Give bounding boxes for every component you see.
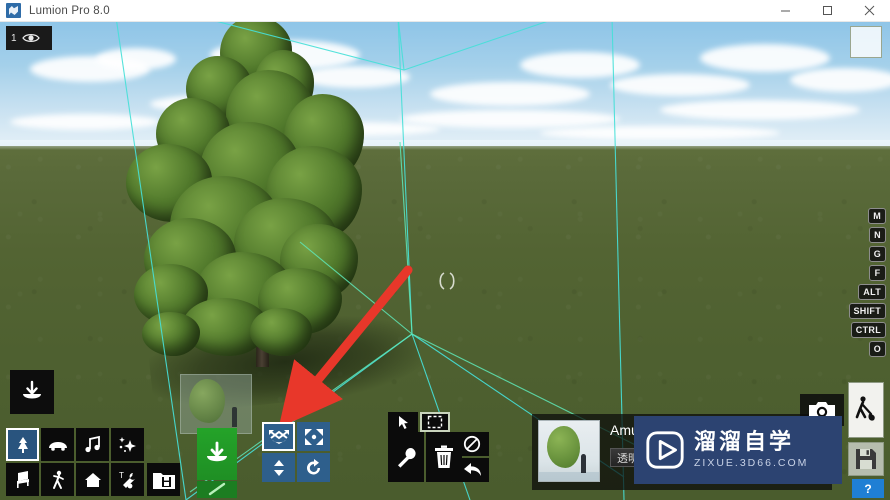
move-arrows-icon bbox=[268, 429, 289, 444]
no-entry-icon bbox=[463, 435, 481, 453]
rotate-arrow-icon bbox=[306, 458, 320, 474]
play-button-logo-icon bbox=[646, 431, 684, 469]
viewport-corner-box[interactable] bbox=[850, 26, 882, 58]
eye-icon bbox=[21, 34, 40, 42]
undo-arrow-icon bbox=[464, 463, 481, 476]
category-effects[interactable] bbox=[111, 428, 144, 461]
svg-text:T: T bbox=[119, 471, 124, 480]
key-shift[interactable]: SHIFT bbox=[848, 303, 886, 319]
undo-button[interactable] bbox=[455, 458, 489, 482]
category-indoor[interactable] bbox=[6, 463, 39, 496]
library-button[interactable] bbox=[147, 463, 180, 496]
category-grid: T bbox=[6, 428, 144, 496]
cursor-arrow-icon bbox=[398, 415, 408, 429]
thumbnail-tree-icon bbox=[547, 426, 580, 468]
diagonal-line-icon bbox=[208, 482, 226, 496]
thumbnail-person-icon bbox=[581, 454, 586, 473]
arrow-down-into-bowl-icon bbox=[23, 380, 41, 399]
tool-tab-group bbox=[388, 412, 450, 432]
category-nature[interactable] bbox=[6, 428, 39, 461]
trash-icon bbox=[435, 445, 453, 468]
chair-icon bbox=[16, 470, 29, 488]
transform-rotate-button[interactable] bbox=[297, 453, 330, 482]
cancel-button[interactable] bbox=[455, 432, 489, 456]
key-m[interactable]: M bbox=[868, 208, 886, 224]
close-button[interactable] bbox=[848, 0, 890, 22]
save-library-icon bbox=[152, 472, 175, 489]
key-o[interactable]: O bbox=[868, 341, 886, 357]
window-controls bbox=[764, 0, 890, 22]
transform-height-button[interactable] bbox=[262, 453, 295, 482]
lumion-application-window: Lumion Pro 8.0 1 M N G F ALT SHIFT CTRL … bbox=[0, 0, 890, 500]
floppy-disk-icon bbox=[856, 449, 876, 469]
key-n[interactable]: N bbox=[869, 227, 886, 243]
selection-bracket-cursor bbox=[439, 272, 455, 290]
car-icon bbox=[48, 441, 67, 451]
key-f[interactable]: F bbox=[869, 265, 886, 281]
viewport-number-badge[interactable]: 1 bbox=[6, 26, 52, 50]
minimize-button[interactable] bbox=[764, 0, 806, 22]
keyboard-shortcut-strip: M N G F ALT SHIFT CTRL O bbox=[848, 208, 886, 357]
viewport-badge-number: 1 bbox=[11, 32, 17, 44]
text-wrench-icon: T bbox=[119, 471, 135, 488]
place-object-button[interactable] bbox=[10, 370, 54, 414]
transform-move-button[interactable] bbox=[262, 422, 295, 451]
stars-icon bbox=[118, 436, 136, 452]
help-button[interactable]: ? bbox=[852, 479, 884, 498]
category-utilities[interactable]: T bbox=[111, 463, 144, 496]
side-action-group bbox=[455, 432, 489, 482]
place-object-green-secondary[interactable] bbox=[197, 481, 237, 498]
house-icon bbox=[84, 472, 101, 487]
wrench-icon bbox=[398, 447, 416, 468]
scale-arrows-icon bbox=[304, 428, 323, 445]
3d-viewport[interactable]: 1 M N G F ALT SHIFT CTRL O T 溜溜自学 ZIXUE.… bbox=[0, 22, 890, 500]
key-alt[interactable]: ALT bbox=[858, 284, 886, 300]
select-pointer-tab[interactable] bbox=[388, 412, 418, 432]
properties-button[interactable] bbox=[388, 432, 424, 482]
object-thumbnail[interactable] bbox=[538, 420, 600, 482]
category-sound[interactable] bbox=[76, 428, 109, 461]
save-scene-button[interactable] bbox=[848, 442, 884, 476]
watermark-text: 溜溜自学 ZIXUE.3D66.COM bbox=[694, 429, 809, 469]
category-people[interactable] bbox=[41, 463, 74, 496]
watermark-main-text: 溜溜自学 bbox=[694, 429, 795, 455]
person-icon bbox=[52, 470, 64, 489]
watermark-sub-text: ZIXUE.3D66.COM bbox=[694, 456, 809, 469]
marquee-select-tab[interactable] bbox=[420, 412, 450, 432]
category-transport[interactable] bbox=[41, 428, 74, 461]
person-shovel-icon bbox=[855, 396, 875, 421]
thumbnail-ground bbox=[539, 472, 599, 481]
ghost-person-icon bbox=[232, 407, 237, 427]
title-bar: Lumion Pro 8.0 bbox=[0, 0, 890, 22]
tree-icon bbox=[17, 436, 28, 453]
category-panel: T bbox=[6, 428, 180, 496]
selection-box-icon bbox=[427, 415, 443, 429]
tool-action-group bbox=[388, 432, 462, 482]
build-mode-button[interactable] bbox=[848, 382, 884, 438]
key-g[interactable]: G bbox=[868, 246, 886, 262]
transform-tool-grid bbox=[262, 422, 330, 482]
maximize-button[interactable] bbox=[806, 0, 848, 22]
transform-scale-button[interactable] bbox=[297, 422, 330, 451]
music-note-icon bbox=[84, 435, 100, 452]
category-outdoor[interactable] bbox=[76, 463, 109, 496]
place-object-green-button[interactable] bbox=[197, 428, 237, 480]
key-ctrl[interactable]: CTRL bbox=[850, 322, 886, 338]
window-title: Lumion Pro 8.0 bbox=[29, 4, 110, 17]
ghost-object-preview bbox=[180, 374, 252, 434]
arrow-down-into-bowl-icon bbox=[207, 441, 227, 462]
up-down-arrows-icon bbox=[273, 459, 284, 476]
watermark-overlay: 溜溜自学 ZIXUE.3D66.COM bbox=[634, 416, 842, 484]
lumion-logo-icon bbox=[6, 3, 21, 18]
ghost-tree-icon bbox=[189, 379, 225, 423]
tree-model[interactable] bbox=[108, 22, 438, 372]
